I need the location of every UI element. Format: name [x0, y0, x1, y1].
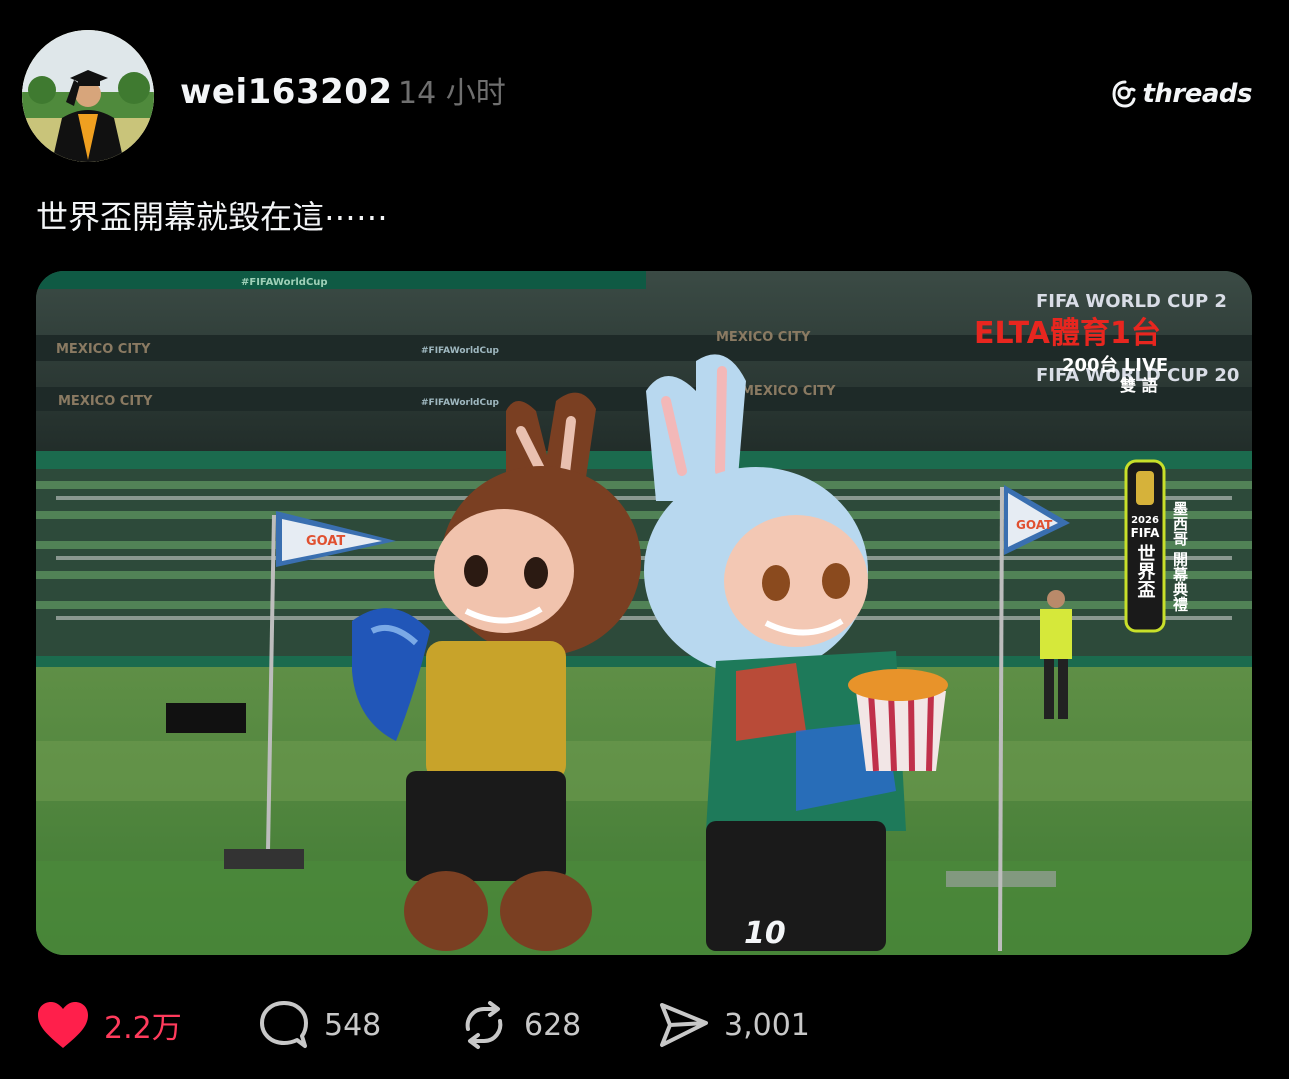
stand-banner-city-1: MEXICO CITY	[56, 342, 151, 357]
heart-icon	[38, 1002, 88, 1048]
post-actions: 2.2万 548 628 3,001	[36, 995, 1036, 1055]
share-button[interactable]: 3,001	[658, 995, 810, 1055]
channel-line: 200台 LIVE	[1062, 354, 1168, 376]
channel-logo: ELTA體育1台	[974, 316, 1161, 351]
event-side-text: 墨西哥 開幕典禮	[1171, 501, 1189, 612]
username[interactable]: wei163202	[180, 68, 393, 116]
threads-brand[interactable]: threads	[1112, 76, 1252, 112]
world-cup-sign-1: FIFA WORLD CUP 2	[1036, 291, 1227, 312]
brand-label: threads	[1142, 79, 1252, 109]
comment-icon	[260, 1001, 308, 1048]
share-count: 3,001	[724, 1007, 810, 1043]
like-count: 2.2万	[104, 1011, 182, 1046]
stand-banner-city-3: MEXICO CITY	[58, 394, 153, 409]
stand-banner-hash-2: #FIFAWorldCup	[421, 398, 499, 408]
like-button[interactable]: 2.2万	[36, 995, 182, 1055]
channel-language: 雙 語	[1120, 376, 1158, 395]
threads-logo-icon	[1112, 80, 1136, 108]
stand-banner-hash-1: #FIFAWorldCup	[421, 346, 499, 356]
flag-right-text: GOAT	[1016, 518, 1053, 532]
stadium-scene: #FIFAWorldCup MEXICO CITY #FIFAWorldCup …	[36, 271, 1252, 955]
stand-banner-city-2: MEXICO CITY	[716, 330, 811, 345]
trophy-icon	[1136, 471, 1154, 505]
event-badge-org: FIFA	[1131, 526, 1160, 540]
stand-rail	[36, 451, 1252, 469]
repost-count: 628	[524, 1007, 582, 1043]
post-media[interactable]: #FIFAWorldCup MEXICO CITY #FIFAWorldCup …	[36, 271, 1252, 955]
avatar[interactable]	[22, 30, 154, 162]
stand-banner-2	[36, 387, 1252, 411]
jersey-number: 10	[744, 916, 786, 951]
stand-banner-city-4: MEXICO CITY	[741, 384, 836, 399]
post-timestamp: 14 小时	[398, 76, 506, 111]
equipment-box	[166, 703, 246, 733]
roof-banner-text: #FIFAWorldCup	[241, 277, 328, 288]
post-header: wei163202 14 小时 threads	[22, 28, 1262, 162]
graduate-avatar-icon	[22, 30, 154, 162]
reply-button[interactable]: 548	[258, 995, 381, 1055]
send-icon	[660, 1003, 708, 1047]
flag-left-text: GOAT	[306, 534, 345, 549]
repost-icon	[465, 1001, 503, 1049]
repost-button[interactable]: 628	[458, 995, 581, 1055]
event-badge-title: 世界盃	[1135, 544, 1156, 598]
post-caption: 世界盃開幕就毀在這⋯⋯	[36, 198, 389, 236]
event-badge-year: 2026	[1131, 515, 1159, 526]
roof-banner	[36, 271, 646, 289]
reply-count: 548	[324, 1007, 382, 1043]
